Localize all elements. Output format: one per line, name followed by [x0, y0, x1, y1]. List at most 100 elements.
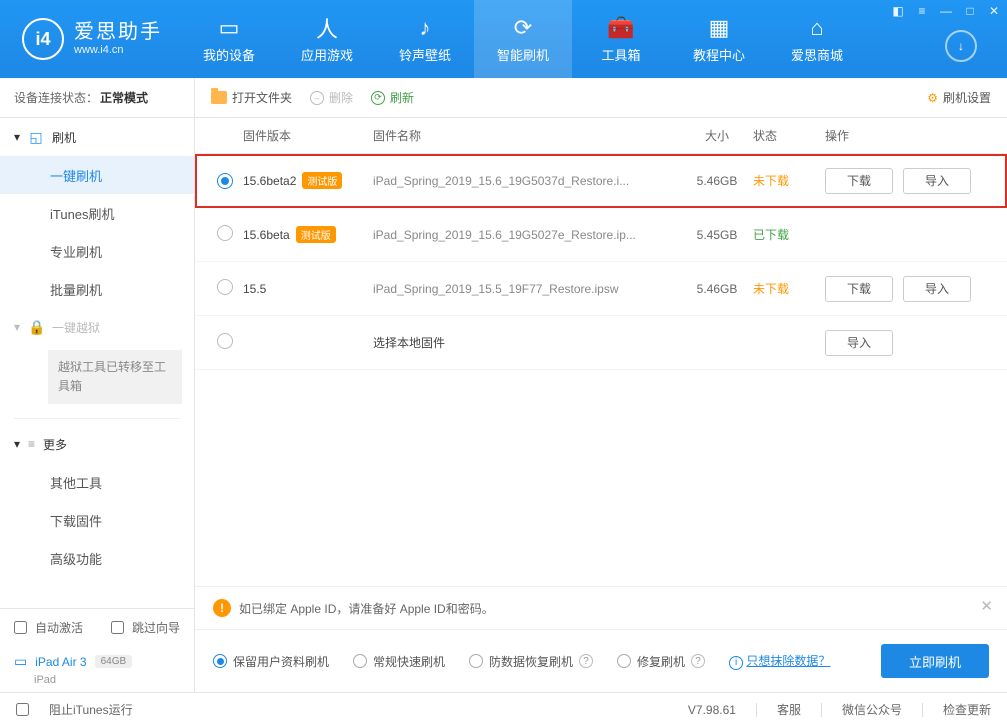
download-button[interactable]: 下载 [825, 276, 893, 302]
check-update-link[interactable]: 检查更新 [943, 701, 991, 718]
nav-tab-3[interactable]: ⟳智能刷机 [474, 0, 572, 78]
refresh-button[interactable]: ⟳刷新 [371, 89, 414, 106]
firmware-row[interactable]: 15.5iPad_Spring_2019_15.5_19F77_Restore.… [195, 262, 1007, 316]
logo-icon: i4 [22, 18, 64, 60]
toolbar: 打开文件夹 –删除 ⟳刷新 ⚙刷机设置 [195, 78, 1007, 118]
sidebar-item[interactable]: iTunes刷机 [0, 194, 194, 232]
flash-settings-button[interactable]: ⚙刷机设置 [927, 89, 991, 106]
nav-label: 应用游戏 [301, 45, 353, 64]
nav-tab-1[interactable]: 人应用游戏 [278, 0, 376, 78]
info-icon[interactable]: i [729, 656, 743, 670]
help-icon[interactable]: ? [691, 654, 705, 668]
device-type: iPad [0, 674, 194, 692]
conn-label: 设备连接状态： [14, 89, 98, 106]
flash-options-bar: 保留用户资料刷机常规快速刷机防数据恢复刷机?修复刷机?i 只想抹除数据？立即刷机 [195, 629, 1007, 692]
sidebar-group-label: 一键越狱 [52, 319, 100, 336]
open-folder-button[interactable]: 打开文件夹 [211, 89, 292, 106]
sidebar-item[interactable]: 其他工具 [0, 463, 194, 501]
nav-tab-0[interactable]: ▭ 我的设备 [180, 0, 278, 78]
sidebar-item[interactable]: 高级功能 [0, 539, 194, 577]
delete-icon: – [310, 91, 324, 105]
nav-tab-2[interactable]: ♪铃声壁纸 [376, 0, 474, 78]
option-radio[interactable] [469, 654, 483, 668]
auto-activate-label: 自动激活 [35, 619, 83, 636]
row-radio[interactable] [217, 173, 233, 189]
nav-label: 智能刷机 [497, 45, 549, 64]
nav-label: 教程中心 [693, 45, 745, 64]
firmware-row[interactable]: 15.6beta2测试版iPad_Spring_2019_15.6_19G503… [195, 154, 1007, 208]
firmware-size: 5.45GB [681, 228, 753, 242]
import-button[interactable]: 导入 [903, 168, 971, 194]
sidebar-group-jailbreak[interactable]: ▾🔒 一键越狱 [0, 308, 194, 346]
option-label: 常规快速刷机 [373, 653, 445, 670]
jailbreak-note: 越狱工具已转移至工具箱 [48, 350, 182, 404]
option-radio[interactable] [353, 654, 367, 668]
device-info[interactable]: ▭ iPad Air 3 64GB [0, 645, 194, 674]
sidebar-item[interactable]: 下载固件 [0, 501, 194, 539]
th-version: 固件版本 [243, 127, 373, 144]
maximize-icon[interactable]: □ [963, 4, 977, 18]
firmware-name: iPad_Spring_2019_15.5_19F77_Restore.ipsw [373, 282, 681, 296]
row-radio[interactable] [217, 279, 233, 295]
auto-activate-checkbox[interactable] [14, 621, 27, 634]
row-radio[interactable] [217, 225, 233, 241]
flash-icon: ◱ [28, 129, 44, 146]
device-storage-badge: 64GB [95, 655, 133, 668]
refresh-icon: ⟳ [371, 91, 385, 105]
warning-text: 如已绑定 Apple ID，请准备好 Apple ID和密码。 [239, 600, 494, 617]
import-button[interactable]: 导入 [825, 330, 893, 356]
menu-icon[interactable]: ≡ [915, 4, 929, 18]
sidebar-group-more[interactable]: ▾≡ 更多 [0, 425, 194, 463]
firmware-version: 15.6beta2测试版 [243, 172, 373, 189]
wechat-link[interactable]: 微信公众号 [842, 701, 902, 718]
flash-now-button[interactable]: 立即刷机 [881, 644, 989, 678]
skin-icon[interactable]: ◧ [891, 4, 905, 18]
close-warning-icon[interactable]: ✕ [980, 597, 993, 615]
option-label: 防数据恢复刷机 [489, 653, 573, 670]
nav-icon: 人 [316, 15, 338, 41]
sidebar-group-flash[interactable]: ▾◱ 刷机 [0, 118, 194, 156]
skip-guide-label: 跳过向导 [132, 619, 180, 636]
firmware-row[interactable]: 选择本地固件 导入 [195, 316, 1007, 370]
nav-tab-5[interactable]: ▦教程中心 [670, 0, 768, 78]
help-icon[interactable]: ? [579, 654, 593, 668]
sidebar-item[interactable]: 批量刷机 [0, 270, 194, 308]
import-button[interactable]: 导入 [903, 276, 971, 302]
nav-icon: ▭ [219, 15, 240, 41]
download-button[interactable]: 下载 [825, 168, 893, 194]
app-name: 爱思助手 [74, 20, 162, 44]
firmware-status: 未下载 [753, 280, 825, 297]
sidebar-item[interactable]: 一键刷机 [0, 156, 194, 194]
flash-option[interactable]: 防数据恢复刷机? [469, 653, 593, 670]
app-url: www.i4.cn [74, 44, 162, 57]
nav-icon: ⌂ [810, 15, 823, 41]
connection-status: 设备连接状态： 正常模式 [0, 78, 194, 118]
close-icon[interactable]: ✕ [987, 4, 1001, 18]
flash-option[interactable]: 常规快速刷机 [353, 653, 445, 670]
minimize-icon[interactable]: — [939, 4, 953, 18]
option-radio[interactable] [617, 654, 631, 668]
row-radio[interactable] [217, 333, 233, 349]
prevent-itunes-checkbox[interactable] [16, 703, 29, 716]
firmware-name: iPad_Spring_2019_15.6_19G5027e_Restore.i… [373, 228, 681, 242]
firmware-size: 5.46GB [681, 174, 753, 188]
option-radio[interactable] [213, 654, 227, 668]
download-center-icon[interactable]: ↓ [945, 30, 977, 62]
conn-value: 正常模式 [100, 89, 148, 106]
flash-option[interactable]: 修复刷机? [617, 653, 705, 670]
th-name: 固件名称 [373, 127, 681, 144]
firmware-size: 5.46GB [681, 282, 753, 296]
device-icon: ▭ [14, 653, 27, 670]
nav-label: 我的设备 [203, 45, 255, 64]
sidebar-item[interactable]: 专业刷机 [0, 232, 194, 270]
firmware-row[interactable]: 15.6beta测试版iPad_Spring_2019_15.6_19G5027… [195, 208, 1007, 262]
nav-tab-6[interactable]: ⌂爱思商城 [768, 0, 866, 78]
sidebar: 设备连接状态： 正常模式 ▾◱ 刷机 一键刷机iTunes刷机专业刷机批量刷机 … [0, 78, 195, 692]
erase-data-link[interactable]: 只想抹除数据？ [746, 654, 830, 668]
flash-option[interactable]: 保留用户资料刷机 [213, 653, 329, 670]
firmware-name: iPad_Spring_2019_15.6_19G5037d_Restore.i… [373, 174, 681, 188]
skip-guide-checkbox[interactable] [111, 621, 124, 634]
firmware-name: 选择本地固件 [373, 334, 681, 351]
customer-service-link[interactable]: 客服 [777, 701, 801, 718]
nav-tab-4[interactable]: 🧰工具箱 [572, 0, 670, 78]
